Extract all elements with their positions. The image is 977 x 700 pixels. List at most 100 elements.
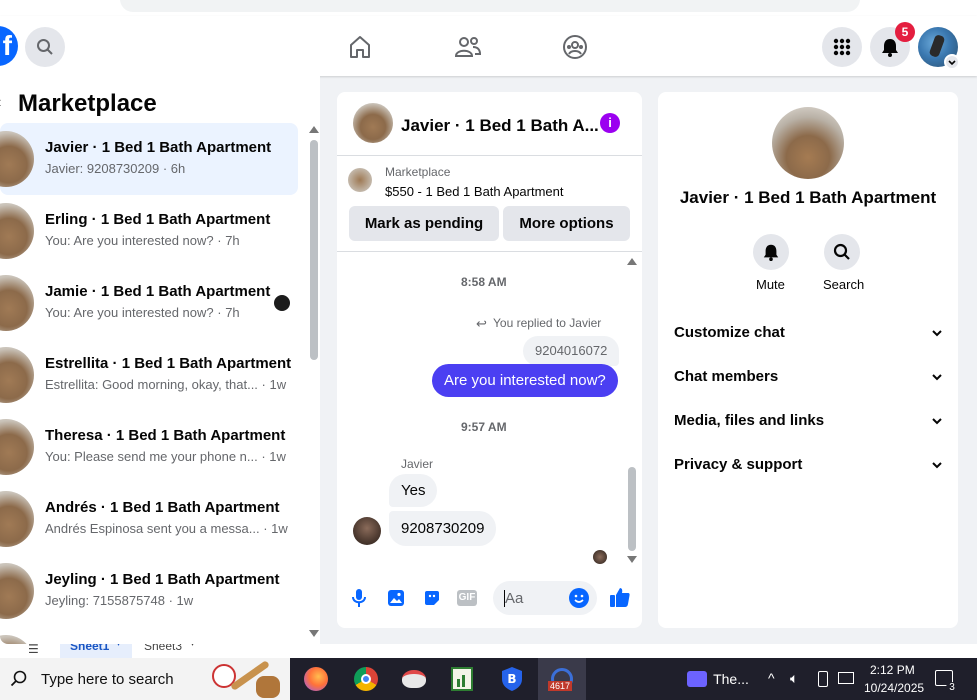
- conversation-item[interactable]: [0, 627, 298, 644]
- listing-thumbnail: [0, 131, 34, 187]
- conversation-item[interactable]: Estrellita · 1 Bed 1 Bath Apartment Estr…: [0, 339, 298, 411]
- mark-pending-button[interactable]: Mark as pending: [349, 206, 499, 241]
- tray-chevron-icon[interactable]: ^: [768, 670, 775, 686]
- chat-info-panel: Javier · 1 Bed 1 Bath Apartment Mute Sea…: [658, 92, 958, 628]
- video-app-icon[interactable]: The...: [678, 664, 758, 694]
- message-input[interactable]: Aa: [493, 581, 597, 615]
- firefox-icon[interactable]: [300, 664, 332, 694]
- mute-button[interactable]: [753, 234, 789, 270]
- home-nav[interactable]: [340, 27, 380, 67]
- reply-arrow-icon: ↩: [476, 316, 487, 331]
- search-chat-button[interactable]: [824, 234, 860, 270]
- gif-icon[interactable]: GIF: [457, 590, 477, 606]
- listing-thumbnail: [0, 419, 34, 475]
- quoted-message[interactable]: 9204016072: [523, 336, 620, 366]
- chevron-down-icon: [932, 418, 942, 425]
- mic-icon[interactable]: [351, 588, 367, 608]
- chrome-icon[interactable]: [350, 664, 382, 694]
- chat-title[interactable]: Javier · 1 Bed 1 Bath A...: [401, 116, 599, 136]
- conversation-item[interactable]: Theresa · 1 Bed 1 Bath Apartment You: Pl…: [0, 411, 298, 483]
- info-avatar[interactable]: [772, 107, 844, 179]
- conversation-title: Jamie · 1 Bed 1 Bath Apartment: [45, 283, 271, 300]
- notification-count-badge: 5: [895, 22, 915, 42]
- seen-avatar: [274, 295, 290, 311]
- chat-scroll-down-icon[interactable]: [627, 556, 637, 563]
- listing-bar: Marketplace $550 - 1 Bed 1 Bath Apartmen…: [337, 156, 642, 252]
- account-chevron-icon[interactable]: [944, 54, 960, 70]
- scroll-up-arrow-icon[interactable]: [309, 126, 319, 133]
- conversation-snippet: You: Are you interested now? · 7h: [45, 305, 240, 320]
- chevron-down-icon: ▾: [116, 644, 121, 649]
- conversation-snippet: You: Are you interested now? · 7h: [45, 233, 240, 248]
- sheet-tab-1[interactable]: Sheet1 ▾: [60, 644, 132, 658]
- chevron-down-icon: [932, 330, 942, 337]
- groups-icon: [563, 35, 587, 59]
- browser-strip: [0, 0, 977, 16]
- chat-scrollbar[interactable]: [628, 467, 636, 551]
- chat-avatar[interactable]: [353, 103, 393, 143]
- incoming-message-bubble[interactable]: Yes: [389, 474, 438, 507]
- info-icon[interactable]: i: [600, 113, 620, 133]
- address-bar[interactable]: [120, 0, 860, 12]
- conversation-item[interactable]: Javier · 1 Bed 1 Bath Apartment Javier: …: [0, 123, 298, 195]
- sender-avatar[interactable]: [353, 517, 381, 545]
- more-options-button[interactable]: More options: [503, 206, 630, 241]
- shield-icon[interactable]: B: [496, 664, 528, 694]
- battery-icon[interactable]: [818, 671, 828, 687]
- listing-title[interactable]: $550 - 1 Bed 1 Bath Apartment: [385, 184, 564, 199]
- conversation-item[interactable]: Jamie · 1 Bed 1 Bath Apartment You: Are …: [0, 267, 298, 339]
- taskbar-search-text: Type here to search: [41, 671, 174, 688]
- conversation-snippet: Jeyling: 7155875748 · 1w: [45, 593, 194, 608]
- conversation-title: Estrellita · 1 Bed 1 Bath Apartment: [45, 355, 292, 372]
- taskbar: Type here to search B 4617 The... ^ 🔈︎ 2…: [0, 658, 977, 700]
- clock-date[interactable]: 10/24/2025: [864, 681, 924, 695]
- sender-name: Javier: [401, 457, 434, 471]
- chat-header: Javier · 1 Bed 1 Bath A... i: [337, 92, 642, 156]
- search-button[interactable]: [25, 27, 65, 67]
- glove-icon: [256, 676, 280, 698]
- conversation-title: Jeyling · 1 Bed 1 Bath Apartment: [45, 571, 280, 588]
- paint-icon[interactable]: [398, 664, 430, 694]
- chat-members-section[interactable]: Chat members: [674, 368, 944, 392]
- incoming-message-bubble[interactable]: 9208730209: [389, 511, 497, 546]
- listing-thumbnail: [0, 347, 34, 403]
- search-icon: [833, 243, 850, 260]
- groups-nav[interactable]: [555, 27, 595, 67]
- taskbar-search[interactable]: Type here to search: [0, 658, 290, 700]
- back-icon[interactable]: ‹: [0, 94, 6, 111]
- media-files-section[interactable]: Media, files and links: [674, 412, 944, 436]
- grid-menu-icon: [833, 38, 851, 56]
- like-icon[interactable]: [609, 586, 631, 608]
- chat-scroll-up-icon[interactable]: [627, 258, 637, 265]
- sheets-menu-icon[interactable]: ☰: [28, 643, 39, 655]
- facebook-logo-icon[interactable]: f: [0, 26, 18, 66]
- conversation-item[interactable]: Erling · 1 Bed 1 Bath Apartment You: Are…: [0, 195, 298, 267]
- my-message-bubble[interactable]: Are you interested now?: [432, 364, 618, 397]
- sheets-app-icon[interactable]: [446, 664, 478, 694]
- listing-thumbnail: [0, 563, 34, 619]
- sticker-icon[interactable]: [423, 589, 441, 607]
- svg-text:B: B: [507, 672, 516, 686]
- scroll-down-arrow-icon[interactable]: [309, 630, 319, 637]
- speaker-icon[interactable]: 🔈︎: [790, 670, 798, 687]
- listing-thumbnail: [0, 203, 34, 259]
- conversation-snippet: Andrés Espinosa sent you a messa... · 1w: [45, 521, 288, 536]
- friends-nav[interactable]: [448, 27, 488, 67]
- listing-thumb[interactable]: [348, 168, 372, 192]
- search-icon: [10, 670, 27, 687]
- search-icon: [37, 39, 53, 55]
- conversation-item[interactable]: Andrés · 1 Bed 1 Bath Apartment Andrés E…: [0, 483, 298, 555]
- sheet-tab-2[interactable]: Sheet3 ▾: [142, 644, 204, 658]
- network-icon[interactable]: [838, 672, 854, 684]
- photo-icon[interactable]: [387, 589, 405, 607]
- customize-chat-section[interactable]: Customize chat: [674, 324, 944, 348]
- menu-button[interactable]: [822, 27, 862, 67]
- conversations-scrollbar[interactable]: [310, 140, 318, 360]
- conversation-item[interactable]: Jeyling · 1 Bed 1 Bath Apartment Jeyling…: [0, 555, 298, 627]
- clock-time[interactable]: 2:12 PM: [870, 663, 915, 677]
- privacy-support-section[interactable]: Privacy & support: [674, 456, 944, 480]
- active-app-icon[interactable]: 4617: [538, 658, 586, 700]
- panel-title: Marketplace: [18, 90, 157, 117]
- input-placeholder: Aa: [505, 590, 524, 607]
- emoji-icon[interactable]: [569, 588, 589, 608]
